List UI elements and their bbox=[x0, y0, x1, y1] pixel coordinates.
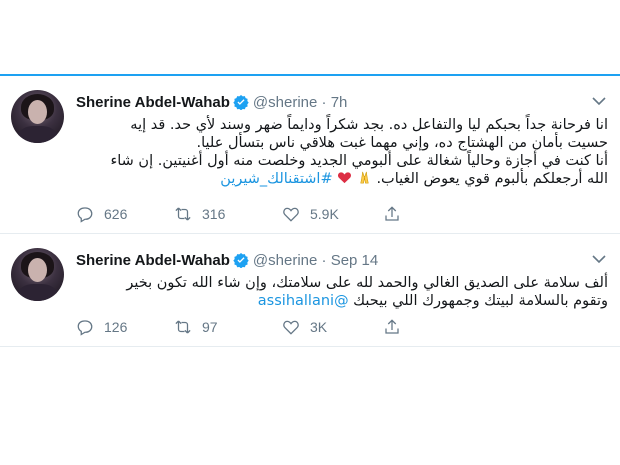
timestamp[interactable]: Sep 14 bbox=[331, 252, 379, 269]
reply-icon bbox=[77, 207, 93, 223]
avatar-face bbox=[28, 258, 47, 282]
avatar[interactable] bbox=[11, 90, 64, 143]
retweet-button[interactable]: 97 bbox=[174, 317, 218, 337]
timestamp[interactable]: 7h bbox=[331, 94, 348, 111]
reply-button[interactable]: 126 bbox=[76, 317, 127, 337]
tweet-text: انا فرحانة جداً بحبكم ليا والتفاعل ده. ب… bbox=[76, 116, 608, 188]
heart-icon bbox=[283, 320, 299, 335]
reply-count: 626 bbox=[104, 206, 128, 222]
reply-icon bbox=[77, 320, 93, 336]
tweet-text-line: وتقوم بالسلامة لبيتك وجمهورك اللي بيحبك bbox=[353, 293, 608, 309]
like-button[interactable]: 3K bbox=[282, 317, 327, 337]
verified-badge-icon bbox=[233, 95, 249, 110]
tweet-text-line: انا فرحانة جداً بحبكم ليا والتفاعل ده. ب… bbox=[130, 117, 608, 133]
display-name[interactable]: Sherine Abdel-Wahab bbox=[76, 94, 230, 111]
mention-link[interactable]: @assihallani bbox=[258, 293, 349, 309]
tweet-actions: 626 316 5.9K bbox=[76, 204, 416, 224]
tweet-text-line-with-hashtag: الله أرجعلكم بألبوم قوي يعوض الغياب. #اش… bbox=[76, 170, 608, 188]
tweet-text-line: حسيت بأمان من الهشتاج ده، وإني مهما غبت … bbox=[196, 135, 608, 151]
tweet-text-line: ألف سلامة على الصديق الغالي والحمد لله ع… bbox=[126, 275, 608, 291]
tweet-header: Sherine Abdel-Wahab @sherine · Sep 14 bbox=[76, 252, 378, 269]
retweet-count: 316 bbox=[202, 206, 226, 222]
red-heart-emoji bbox=[338, 172, 352, 184]
retweet-count: 97 bbox=[202, 319, 218, 335]
separator: · bbox=[321, 94, 327, 111]
praying-hands-emoji bbox=[360, 171, 369, 184]
reply-button[interactable]: 626 bbox=[76, 204, 127, 224]
tweet[interactable]: Sherine Abdel-Wahab @sherine · 7h انا فرح… bbox=[0, 76, 620, 234]
hashtag-link[interactable]: #اشتقنالك_شيرين bbox=[220, 171, 332, 187]
avatar-face bbox=[28, 100, 47, 124]
verified-badge-icon bbox=[233, 253, 249, 268]
handle[interactable]: @sherine bbox=[253, 94, 317, 111]
like-count: 3K bbox=[310, 319, 328, 335]
tweet-actions: 126 97 3K bbox=[76, 317, 416, 337]
like-count: 5.9K bbox=[310, 206, 339, 222]
retweet-icon bbox=[175, 320, 191, 334]
share-button[interactable] bbox=[383, 317, 411, 337]
share-icon bbox=[385, 319, 399, 334]
tweet-text-line: الله أرجعلكم بألبوم قوي يعوض الغياب. bbox=[376, 171, 608, 187]
separator: · bbox=[321, 252, 327, 269]
tweet-text: ألف سلامة على الصديق الغالي والحمد لله ع… bbox=[76, 274, 608, 310]
avatar-body bbox=[17, 284, 58, 301]
retweet-icon bbox=[175, 207, 191, 221]
like-button[interactable]: 5.9K bbox=[282, 204, 339, 224]
chevron-down-icon[interactable] bbox=[592, 96, 606, 106]
avatar[interactable] bbox=[11, 248, 64, 301]
share-icon bbox=[385, 206, 399, 221]
tweet-header: Sherine Abdel-Wahab @sherine · 7h bbox=[76, 94, 347, 111]
retweet-button[interactable]: 316 bbox=[174, 204, 225, 224]
tweet-text-line-with-mention: وتقوم بالسلامة لبيتك وجمهورك اللي بيحبك … bbox=[76, 292, 608, 310]
tweet[interactable]: Sherine Abdel-Wahab @sherine · Sep 14 ألف… bbox=[0, 234, 620, 347]
handle[interactable]: @sherine bbox=[253, 252, 317, 269]
share-button[interactable] bbox=[383, 204, 411, 224]
reply-count: 126 bbox=[104, 319, 128, 335]
heart-icon bbox=[283, 207, 299, 222]
tweet-feed: Sherine Abdel-Wahab @sherine · 7h انا فرح… bbox=[0, 76, 620, 347]
avatar-body bbox=[17, 126, 58, 143]
tweet-text-line: أنا كنت في أجازة وحالياً شغالة على ألبوم… bbox=[110, 153, 608, 169]
display-name[interactable]: Sherine Abdel-Wahab bbox=[76, 252, 230, 269]
chevron-down-icon[interactable] bbox=[592, 254, 606, 264]
